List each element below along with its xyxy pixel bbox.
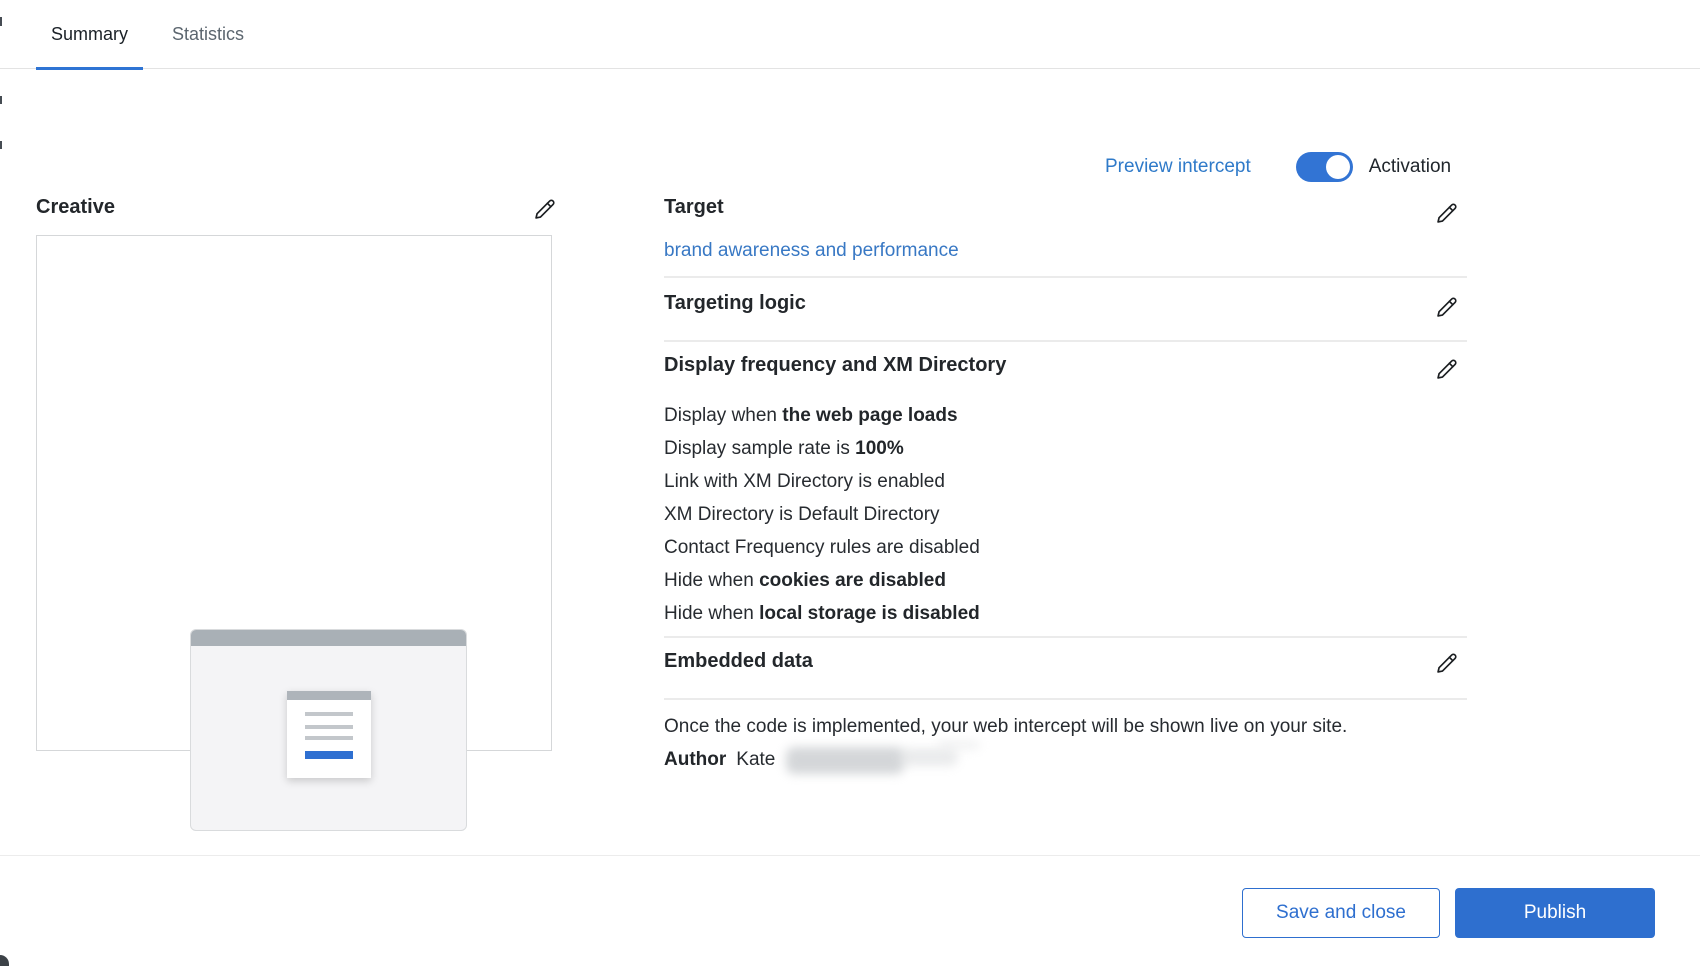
toggle-knob-icon xyxy=(1326,155,1350,179)
dialog-text-line-icon xyxy=(305,712,353,716)
author-name: Kate xyxy=(736,749,775,770)
intercept-dialog-thumbnail xyxy=(287,691,371,778)
section-divider xyxy=(664,636,1467,638)
pencil-icon xyxy=(531,196,558,223)
edge-artifact xyxy=(0,17,2,26)
display-rule: Display sample rate is 100% xyxy=(664,432,980,465)
target-heading: Target xyxy=(664,196,724,219)
activation-label: Activation xyxy=(1369,156,1451,178)
footer-divider xyxy=(0,855,1700,856)
active-tab-underline xyxy=(36,67,143,70)
preview-intercept-link[interactable]: Preview intercept xyxy=(1105,156,1251,178)
tab-summary-label: Summary xyxy=(51,24,128,45)
dialog-button-icon xyxy=(305,751,353,759)
author-row: Author Kate xyxy=(664,749,775,771)
edit-display-frequency-button[interactable] xyxy=(1433,356,1460,383)
creative-preview-panel xyxy=(36,235,552,751)
dialog-text-line-icon xyxy=(305,736,353,740)
dialog-text-line-icon xyxy=(305,725,353,729)
embedded-data-heading: Embedded data xyxy=(664,650,813,673)
activation-toggle[interactable] xyxy=(1296,152,1353,182)
tab-summary[interactable]: Summary xyxy=(36,0,143,69)
section-divider xyxy=(664,698,1467,700)
display-rule: Contact Frequency rules are disabled xyxy=(664,531,980,564)
publish-button[interactable]: Publish xyxy=(1455,888,1655,938)
display-rule: Link with XM Directory is enabled xyxy=(664,465,980,498)
targeting-logic-heading: Targeting logic xyxy=(664,292,806,315)
display-rule: XM Directory is Default Directory xyxy=(664,498,980,531)
redacted-author-surname xyxy=(938,741,980,749)
tab-statistics-label: Statistics xyxy=(172,24,244,45)
display-rule: Display when the web page loads xyxy=(664,399,980,432)
pencil-icon xyxy=(1433,200,1460,227)
pencil-icon xyxy=(1433,356,1460,383)
edge-artifact xyxy=(0,96,2,104)
display-rule: Hide when local storage is disabled xyxy=(664,597,980,630)
edit-target-button[interactable] xyxy=(1433,200,1460,227)
top-controls: Preview intercept Activation xyxy=(1105,148,1451,186)
edge-artifact xyxy=(0,955,9,966)
browser-mockup xyxy=(190,629,467,831)
intercept-summary-page: Summary Statistics Preview intercept Act… xyxy=(0,0,1700,966)
browser-chrome-bar-icon xyxy=(191,630,466,646)
section-divider xyxy=(664,340,1467,342)
redacted-author-surname xyxy=(900,748,958,766)
author-label: Author xyxy=(664,749,726,770)
edit-targeting-logic-button[interactable] xyxy=(1433,294,1460,321)
display-rule: Hide when cookies are disabled xyxy=(664,564,980,597)
redacted-author-surname xyxy=(786,747,904,774)
tab-bar: Summary Statistics xyxy=(0,0,1700,69)
target-survey-link[interactable]: brand awareness and performance xyxy=(664,240,959,262)
edge-artifact xyxy=(0,141,2,149)
pencil-icon xyxy=(1433,650,1460,677)
tab-statistics[interactable]: Statistics xyxy=(157,0,259,69)
edit-embedded-data-button[interactable] xyxy=(1433,650,1460,677)
display-frequency-rules: Display when the web page loads Display … xyxy=(664,399,980,630)
dialog-titlebar-icon xyxy=(287,691,371,700)
pencil-icon xyxy=(1433,294,1460,321)
implementation-note: Once the code is implemented, your web i… xyxy=(664,716,1347,738)
edit-creative-button[interactable] xyxy=(531,196,558,223)
creative-heading: Creative xyxy=(36,196,115,219)
section-divider xyxy=(664,276,1467,278)
display-frequency-heading: Display frequency and XM Directory xyxy=(664,354,1006,377)
save-and-close-button[interactable]: Save and close xyxy=(1242,888,1440,938)
